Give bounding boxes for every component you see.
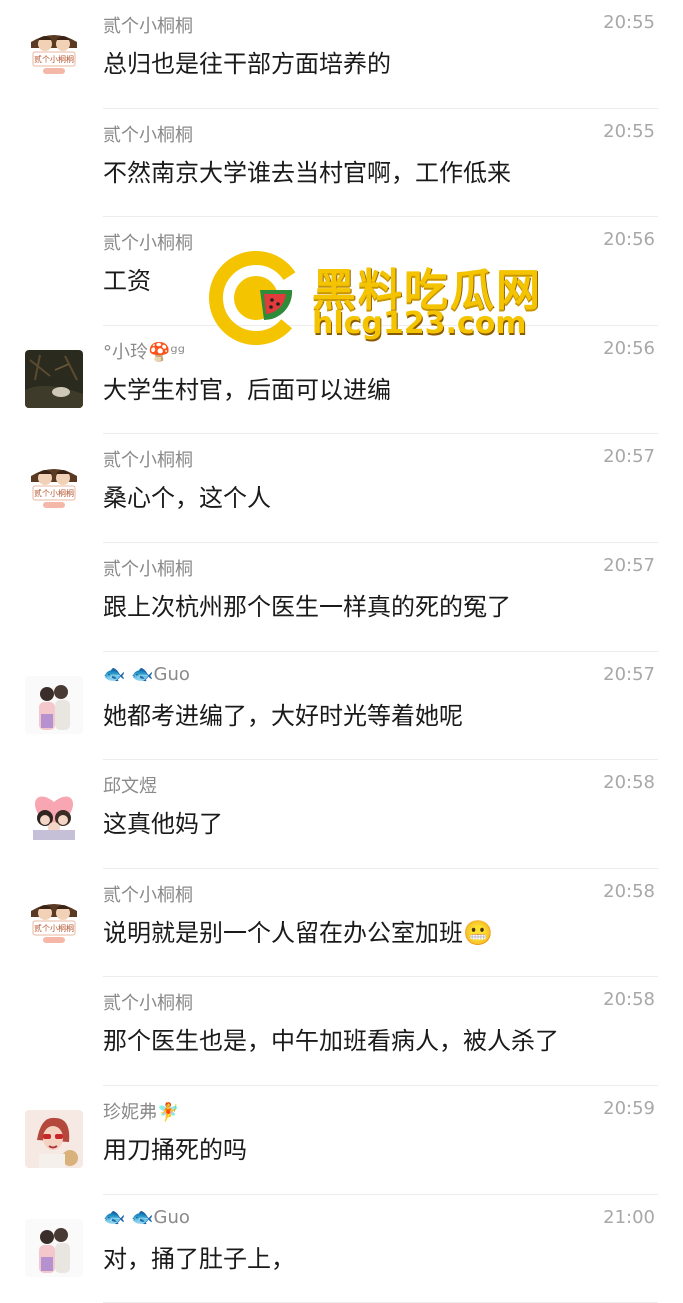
message-row-10[interactable]: 贰个小桐桐 20:58 那个医生也是，中午加班看病人，被人杀了 — [0, 977, 683, 1086]
sender-name: 贰个小桐桐 — [103, 884, 193, 906]
avatar-cartoon-couple[interactable]: 贰个小桐桐 — [25, 24, 83, 82]
message-row-9[interactable]: 贰个小桐桐 贰个小桐桐 20:58 说明就是别一个人留在办公室加班😬 — [0, 869, 683, 978]
sender-name: 贰个小桐桐 — [103, 233, 193, 255]
message-row-6[interactable]: 贰个小桐桐 20:57 跟上次杭州那个医生一样真的死的冤了 — [0, 543, 683, 652]
message-time: 20:57 — [603, 555, 655, 576]
message-text: 她都考进编了，大好时光等着她呢 — [103, 701, 463, 730]
message-text: 总归也是往干部方面培养的 — [103, 50, 391, 78]
message-time: 20:58 — [603, 880, 655, 902]
message-time: 20:58 — [603, 772, 655, 794]
message-row-2[interactable]: 贰个小桐桐 20:55 不然南京大学谁去当村官啊，工作低来 — [0, 109, 683, 218]
message-text: 桑心个，这个人 — [103, 484, 271, 513]
sender-name: 贰个小桐桐 — [103, 124, 193, 146]
sender-name: 🐟 🐟Guo — [103, 663, 190, 685]
avatar-couple-photo[interactable] — [25, 675, 83, 734]
sender-name: 贰个小桐桐 — [103, 16, 193, 37]
sender-name: °小玲🍄ᵍᵍ — [103, 341, 186, 363]
avatar-woman-sunglasses[interactable] — [25, 1110, 83, 1168]
message-text: 不然南京大学谁去当村官啊，工作低来 — [103, 158, 511, 187]
sender-name: 珍妮弗🧚 — [103, 1102, 180, 1123]
message-text: 那个医生也是，中午加班看病人，被人杀了 — [103, 1027, 559, 1056]
sender-name: 贰个小桐桐 — [103, 559, 193, 580]
sender-name: 贰个小桐桐 — [103, 993, 193, 1015]
message-text: 这真他妈了 — [103, 810, 223, 839]
avatar-couple-photo[interactable] — [25, 1218, 83, 1277]
message-row-1[interactable]: 贰个小桐桐 贰个小桐桐 20:55 总归也是往干部方面培养的 — [0, 0, 683, 109]
message-row-5[interactable]: 贰个小桐桐 贰个小桐桐 20:57 桑心个，这个人 — [0, 434, 683, 543]
message-time: 20:57 — [603, 446, 655, 468]
watermelon-logo-icon — [209, 251, 303, 345]
message-text: 工资 — [103, 267, 151, 296]
message-time: 21:00 — [603, 1206, 655, 1228]
message-time: 20:56 — [603, 337, 655, 359]
message-text: 说明就是别一个人留在办公室加班😬 — [103, 918, 493, 947]
sender-name: 邱文煜 — [103, 776, 157, 798]
watermark-url: hlcg123.com — [312, 306, 527, 341]
message-time: 20:59 — [603, 1098, 655, 1119]
message-text: 用刀捅死的吗 — [103, 1136, 247, 1164]
message-time: 20:58 — [603, 989, 655, 1011]
message-time: 20:55 — [603, 120, 655, 142]
message-text: 大学生村官，后面可以进编 — [103, 375, 391, 404]
message-time: 20:55 — [603, 12, 655, 33]
sender-name: 🐟 🐟Guo — [103, 1206, 190, 1228]
message-row-8[interactable]: 邱文煜 20:58 这真他妈了 — [0, 760, 683, 869]
message-row-11[interactable]: 珍妮弗🧚 20:59 用刀捅死的吗 — [0, 1086, 683, 1195]
message-time: 20:56 — [603, 229, 655, 251]
message-row-12[interactable]: 🐟 🐟Guo 21:00 对，捅了肚子上， — [0, 1195, 683, 1303]
message-row-7[interactable]: 🐟 🐟Guo 20:57 她都考进编了，大好时光等着她呢 — [0, 652, 683, 761]
watermark: 黑料吃瓜网 hlcg123.com — [208, 250, 568, 350]
svg-text:贰个小桐桐: 贰个小桐桐 — [34, 488, 74, 498]
avatar-cartoon-couple[interactable]: 贰个小桐桐 — [25, 892, 83, 951]
message-text: 对，捅了肚子上， — [103, 1244, 295, 1273]
avatar-cartoon-couple[interactable]: 贰个小桐桐 — [25, 458, 83, 517]
message-text: 跟上次杭州那个医生一样真的死的冤了 — [103, 593, 511, 621]
svg-text:贰个小桐桐: 贰个小桐桐 — [34, 54, 74, 64]
svg-text:贰个小桐桐: 贰个小桐桐 — [34, 923, 74, 933]
sender-name: 贰个小桐桐 — [103, 450, 193, 472]
avatar-landscape-photo[interactable] — [25, 349, 83, 408]
avatar-cartoon-family[interactable] — [25, 784, 83, 843]
message-time: 20:57 — [603, 663, 655, 685]
